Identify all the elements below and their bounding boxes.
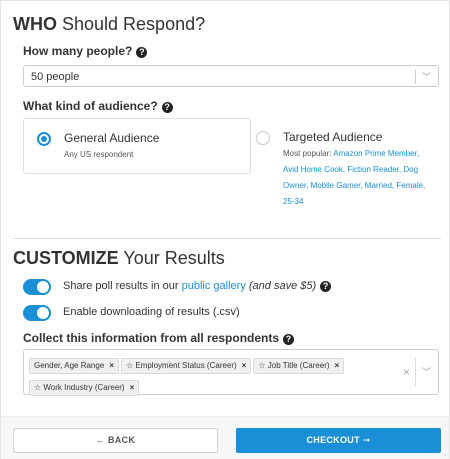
clear-icon[interactable]: × xyxy=(403,365,410,379)
download-results-toggle[interactable] xyxy=(23,305,51,321)
close-icon[interactable]: × xyxy=(109,361,114,370)
collect-info-label: Collect this information from all respon… xyxy=(23,331,295,345)
tag-gender-age: Gender, Age Range × xyxy=(29,358,119,374)
close-icon[interactable]: × xyxy=(242,361,247,370)
general-audience-radio[interactable] xyxy=(37,132,51,146)
chevron-down-icon[interactable]: ﹀ xyxy=(422,66,431,88)
share-results-row: Share poll results in our public gallery… xyxy=(23,279,423,295)
select-separator xyxy=(415,70,416,84)
tag-work-industry: ☆ Work Industry (Career) × xyxy=(29,380,140,396)
checkout-button[interactable]: CHECKOUT ➞ xyxy=(236,428,441,453)
close-icon[interactable]: × xyxy=(335,361,340,370)
targeted-audience-title[interactable]: Targeted Audience xyxy=(283,130,382,144)
share-results-toggle[interactable] xyxy=(23,279,51,295)
count-label: How many people?? xyxy=(23,44,148,58)
select-separator xyxy=(415,358,416,386)
targeted-audience-radio[interactable] xyxy=(256,131,270,145)
targeted-audience-description: Most popular: Amazon Prime Member, Avid … xyxy=(283,149,426,206)
general-audience-title: General Audience xyxy=(64,131,160,145)
respondent-info-multiselect[interactable]: Gender, Age Range × ☆ Employment Status (C… xyxy=(23,349,439,396)
poll-settings-panel: WHO Should Respond? How many people?? 50… xyxy=(0,0,450,459)
close-icon[interactable]: × xyxy=(130,383,135,392)
download-results-row: Enable downloading of results (.csv) xyxy=(23,305,423,321)
selected-tags: Gender, Age Range × ☆ Employment Status (C… xyxy=(29,355,389,399)
chevron-down-icon[interactable]: ﹀ xyxy=(422,365,431,378)
who-section-title: WHO Should Respond? xyxy=(13,14,206,34)
tag-job-title: ☆ Job Title (Career) × xyxy=(253,358,345,374)
tag-employment-status: ☆ Employment Status (Career) × xyxy=(120,358,252,374)
public-gallery-link[interactable]: public gallery xyxy=(182,280,246,292)
general-audience-option[interactable]: General Audience Any US respondent xyxy=(23,118,251,174)
share-results-label: Share poll results in our public gallery… xyxy=(63,280,332,292)
footer-bar: ← BACK CHECKOUT ➞ xyxy=(1,416,449,459)
back-button[interactable]: ← BACK xyxy=(13,428,218,453)
question-circle-icon[interactable]: ? xyxy=(320,281,332,292)
respondent-count-value: 50 people xyxy=(31,71,80,83)
question-circle-icon[interactable]: ? xyxy=(283,334,295,345)
question-circle-icon[interactable]: ? xyxy=(136,47,148,58)
general-audience-subtitle: Any US respondent xyxy=(64,150,134,159)
question-circle-icon[interactable]: ? xyxy=(161,102,173,113)
section-divider xyxy=(13,238,441,239)
audience-label: What kind of audience?? xyxy=(23,99,173,113)
download-results-label: Enable downloading of results (.csv) xyxy=(63,306,240,318)
customize-section-title: CUSTOMIZE Your Results xyxy=(13,248,225,268)
respondent-count-select[interactable]: 50 people ﹀ xyxy=(23,65,439,87)
